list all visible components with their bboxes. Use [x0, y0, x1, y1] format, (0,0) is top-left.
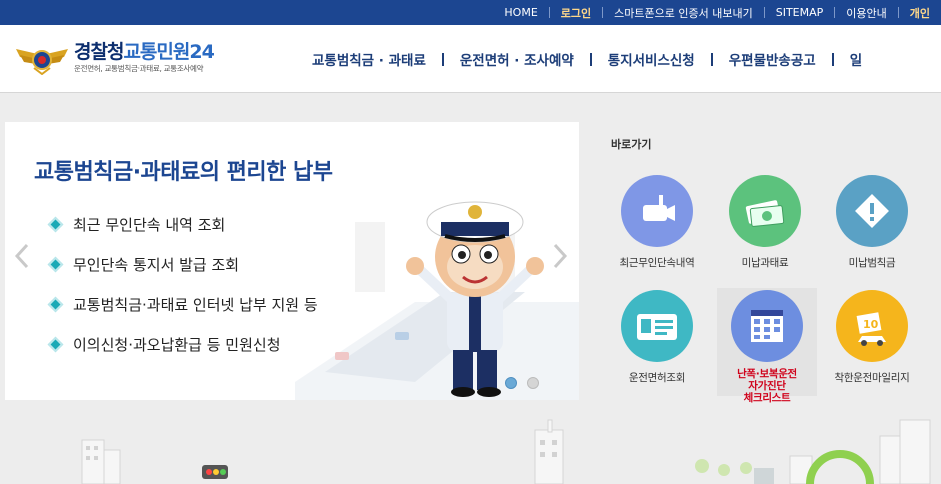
- quick-link-unpaid-penalty[interactable]: 미납범칙금: [822, 175, 922, 270]
- divider: [710, 52, 713, 66]
- utility-links: HOME 로그인 스마트폰으로 인증서 내보내기 SITEMAP 이용안내 개인: [493, 0, 941, 25]
- site-title-service: 교통민원24: [123, 41, 214, 63]
- list-item-text: 이의신청·과오납환급 등 민원신청: [73, 335, 281, 354]
- slider-dot-2[interactable]: [527, 377, 539, 389]
- slider-dot-1[interactable]: [505, 377, 517, 389]
- nav-notification[interactable]: 통지서비스신청: [608, 49, 695, 69]
- list-item: 이의신청·과오납환급 등 민원신청: [47, 324, 318, 364]
- diamond-bullet-icon: [47, 296, 64, 312]
- list-item: 교통범칙금·과태료 인터넷 납부 지원 등: [47, 284, 318, 324]
- site-subtitle: 운전면허, 교통범칙금·과태료, 교통조사예약: [74, 64, 204, 73]
- site-header: 경찰청교통민원24 운전면허, 교통범칙금·과태료, 교통조사예약 교통범칙금 …: [0, 25, 941, 93]
- list-item-text: 최근 무인단속 내역 조회: [73, 215, 226, 234]
- main-navigation: 교통범칙금 · 과태료 운전면허 · 조사예약 통지서비스신청 우편물반송공고 …: [312, 49, 862, 69]
- banner-headline: 교통범칙금·과태료의 편리한 납부: [34, 160, 333, 185]
- money-icon: [729, 175, 801, 247]
- quick-link-reckless-driving-checklist[interactable]: 난폭·보복운전 자가진단 체크리스트: [717, 288, 817, 404]
- svg-text:10: 10: [863, 318, 879, 331]
- diamond-bullet-icon: [47, 336, 64, 352]
- divider: [589, 52, 592, 66]
- quick-link-recent-enforcement[interactable]: 최근무인단속내역: [607, 175, 707, 270]
- list-item-text: 무인단속 통지서 발급 조회: [73, 255, 240, 274]
- quick-links-title: 바로가기: [611, 138, 652, 151]
- police-emblem-icon: [16, 49, 68, 75]
- list-item: 최근 무인단속 내역 조회: [47, 204, 318, 244]
- quick-link-label: 미납범칙금: [848, 257, 896, 269]
- police-mascot-illustration: [295, 201, 579, 400]
- slider-next-arrow-icon[interactable]: [550, 242, 570, 270]
- camera-icon: [621, 175, 693, 247]
- calendar-checklist-icon: [731, 290, 803, 362]
- nav-fines[interactable]: 교통범칙금 · 과태료: [312, 49, 426, 69]
- diamond-bullet-icon: [47, 216, 64, 232]
- privacy-link[interactable]: 개인: [899, 5, 941, 21]
- nav-license[interactable]: 운전면허 · 조사예약: [460, 49, 574, 69]
- quick-link-label-text: 난폭·보복운전 자가진단 체크리스트: [737, 368, 797, 404]
- banner-feature-list: 최근 무인단속 내역 조회 무인단속 통지서 발급 조회 교통범칙금·과태료 인…: [47, 204, 318, 364]
- list-item: 무인단속 통지서 발급 조회: [47, 244, 318, 284]
- export-certificate-link[interactable]: 스마트폰으로 인증서 내보내기: [603, 5, 764, 21]
- mileage-icon: 10: [836, 290, 908, 362]
- quick-link-license-check[interactable]: 운전면허조회: [607, 290, 707, 385]
- divider: [441, 52, 444, 66]
- sitemap-link[interactable]: SITEMAP: [765, 6, 835, 19]
- diamond-bullet-icon: [47, 256, 64, 272]
- top-utility-bar: HOME 로그인 스마트폰으로 인증서 내보내기 SITEMAP 이용안내 개인: [0, 0, 941, 25]
- site-logo[interactable]: 경찰청교통민원24 운전면허, 교통범칙금·과태료, 교통조사예약: [14, 37, 254, 81]
- quick-link-label: 착한운전마일리지: [834, 372, 910, 384]
- site-title: 경찰청교통민원24: [74, 37, 215, 64]
- nav-returned-mail[interactable]: 우편물반송공고: [729, 49, 816, 69]
- quick-link-unpaid-fines[interactable]: 미납과태료: [715, 175, 815, 270]
- site-title-police: 경찰청: [74, 41, 124, 63]
- login-link[interactable]: 로그인: [550, 5, 602, 21]
- home-link[interactable]: HOME: [493, 6, 548, 19]
- quick-link-label: 난폭·보복운전 자가진단 체크리스트: [717, 368, 817, 404]
- quick-link-label: 미납과태료: [741, 257, 789, 269]
- slider-prev-arrow-icon[interactable]: [12, 242, 32, 270]
- list-item-text: 교통범칙금·과태료 인터넷 납부 지원 등: [73, 295, 318, 314]
- quick-link-label: 최근무인단속내역: [619, 257, 695, 269]
- main-banner-slider: 교통범칙금·과태료의 편리한 납부 최근 무인단속 내역 조회 무인단속 통지서…: [5, 122, 579, 400]
- warning-icon: [836, 175, 908, 247]
- slider-pagination: [505, 377, 539, 389]
- quick-link-label: 운전면허조회: [628, 372, 686, 384]
- usage-guide-link[interactable]: 이용안내: [835, 5, 897, 21]
- nav-more[interactable]: 일: [850, 49, 862, 69]
- divider: [831, 52, 834, 66]
- license-card-icon: [621, 290, 693, 362]
- quick-link-mileage[interactable]: 10 착한운전마일리지: [822, 290, 922, 385]
- city-skyline-illustration: [81, 419, 931, 484]
